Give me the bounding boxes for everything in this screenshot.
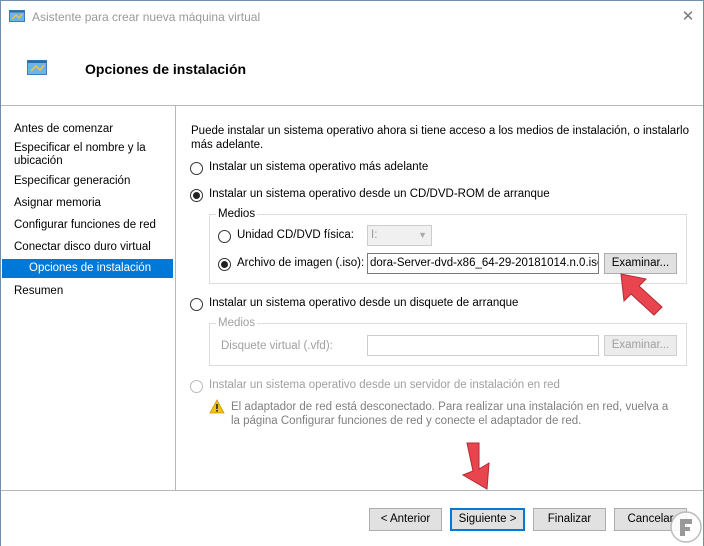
browse-floppy-button[interactable]: Examinar... xyxy=(604,335,677,356)
page-title: Opciones de instalación xyxy=(85,61,247,77)
page-header: Opciones de instalación xyxy=(1,33,703,105)
radio-install-cd-label[interactable]: Instalar un sistema operativo desde un C… xyxy=(209,188,550,200)
close-icon[interactable]: ✕ xyxy=(677,7,699,27)
watermark-logo-icon xyxy=(670,511,702,543)
physical-drive-select[interactable]: I: ▼ xyxy=(367,225,432,246)
chevron-down-icon: ▼ xyxy=(418,230,427,240)
radio-install-later-label[interactable]: Instalar un sistema operativo más adelan… xyxy=(209,161,428,173)
floppy-path-input[interactable] xyxy=(367,335,599,356)
red-arrow-annotation xyxy=(620,273,663,316)
radio-install-network[interactable] xyxy=(190,380,203,393)
network-warning-text: El adaptador de red está desconectado. P… xyxy=(231,401,669,427)
nav-item-resumen[interactable]: Resumen xyxy=(14,285,166,298)
nav-item-memoria[interactable]: Asignar memoria xyxy=(14,197,166,210)
radio-image-file-label[interactable]: Archivo de imagen (.iso): xyxy=(237,257,364,269)
radio-physical-drive-label[interactable]: Unidad CD/DVD física: xyxy=(237,229,354,241)
red-arrow-annotation xyxy=(461,442,490,490)
radio-install-cd[interactable] xyxy=(190,189,203,202)
radio-install-later[interactable] xyxy=(190,162,203,175)
wizard-window-icon xyxy=(9,10,25,22)
title-bar: Asistente para crear nueva máquina virtu… xyxy=(1,1,703,33)
wizard-page-icon xyxy=(27,60,47,75)
radio-physical-drive[interactable] xyxy=(218,230,231,243)
radio-install-network-label[interactable]: Instalar un sistema operativo desde un s… xyxy=(209,379,560,391)
nav-item-opciones-instalacion[interactable]: Opciones de instalación xyxy=(2,259,173,278)
next-button[interactable]: Siguiente > xyxy=(450,508,525,531)
wizard-window: Asistente para crear nueva máquina virtu… xyxy=(0,0,704,546)
physical-drive-value: I: xyxy=(371,229,378,241)
warning-icon xyxy=(209,399,225,414)
wizard-footer: < Anterior Siguiente > Finalizar Cancela… xyxy=(1,491,703,546)
finish-button[interactable]: Finalizar xyxy=(533,508,606,531)
floppy-disk-label: Disquete virtual (.vfd): xyxy=(221,340,333,352)
wizard-steps-nav: Antes de comenzar Especificar el nombre … xyxy=(1,106,176,490)
radio-install-floppy[interactable] xyxy=(190,298,203,311)
nav-item-generacion[interactable]: Especificar generación xyxy=(14,175,166,188)
nav-item-nombre-ubicacion[interactable]: Especificar el nombre y la ubicación xyxy=(14,142,166,168)
intro-text: Puede instalar un sistema operativo ahor… xyxy=(191,125,689,151)
iso-path-input[interactable]: dora-Server-dvd-x86_64-29-20181014.n.0.i… xyxy=(367,253,599,274)
radio-image-file[interactable] xyxy=(218,258,231,271)
back-button[interactable]: < Anterior xyxy=(369,508,442,531)
cd-media-legend: Medios xyxy=(216,208,258,220)
floppy-media-legend: Medios xyxy=(216,317,258,329)
nav-item-antes-de-comenzar[interactable]: Antes de comenzar xyxy=(14,123,166,136)
nav-item-red[interactable]: Configurar funciones de red xyxy=(14,219,166,232)
nav-item-disco-duro[interactable]: Conectar disco duro virtual xyxy=(14,241,166,254)
window-title: Asistente para crear nueva máquina virtu… xyxy=(32,10,261,24)
radio-install-floppy-label[interactable]: Instalar un sistema operativo desde un d… xyxy=(209,297,518,309)
